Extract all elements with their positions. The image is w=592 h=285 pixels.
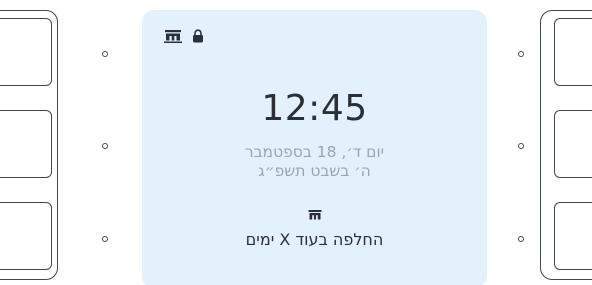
gate-icon (308, 206, 322, 225)
replacement-notice: החלפה בעוד X ימים (245, 230, 384, 249)
right-indicator-dot-bottom (518, 236, 524, 242)
right-indicator-dot-top (518, 51, 524, 57)
right-button-middle[interactable] (554, 110, 592, 178)
left-button-middle[interactable] (0, 110, 52, 178)
hebrew-date: ה׳ בשבט תשפ״ג (258, 162, 371, 180)
gate-icon (164, 28, 182, 47)
right-button-frame (540, 10, 592, 280)
device-panel: 12:45 יום ד׳, 18 בספטמבר ה׳ בשבט תשפ״ג ה… (0, 0, 592, 285)
gregorian-date: יום ד׳, 18 בספטמבר (244, 143, 385, 161)
clock-time: 12:45 (261, 88, 368, 129)
left-indicator-dot-top (102, 51, 108, 57)
left-indicator-dot-bottom (102, 236, 108, 242)
status-bar (164, 28, 204, 47)
right-button-top[interactable] (554, 18, 592, 86)
display-screen: 12:45 יום ד׳, 18 בספטמבר ה׳ בשבט תשפ״ג ה… (142, 10, 487, 285)
left-button-top[interactable] (0, 18, 52, 86)
lock-icon (192, 28, 204, 47)
right-indicator-dot-middle (518, 143, 524, 149)
left-button-frame (0, 10, 58, 280)
right-button-bottom[interactable] (554, 202, 592, 270)
left-button-bottom[interactable] (0, 202, 52, 270)
left-indicator-dot-middle (102, 143, 108, 149)
